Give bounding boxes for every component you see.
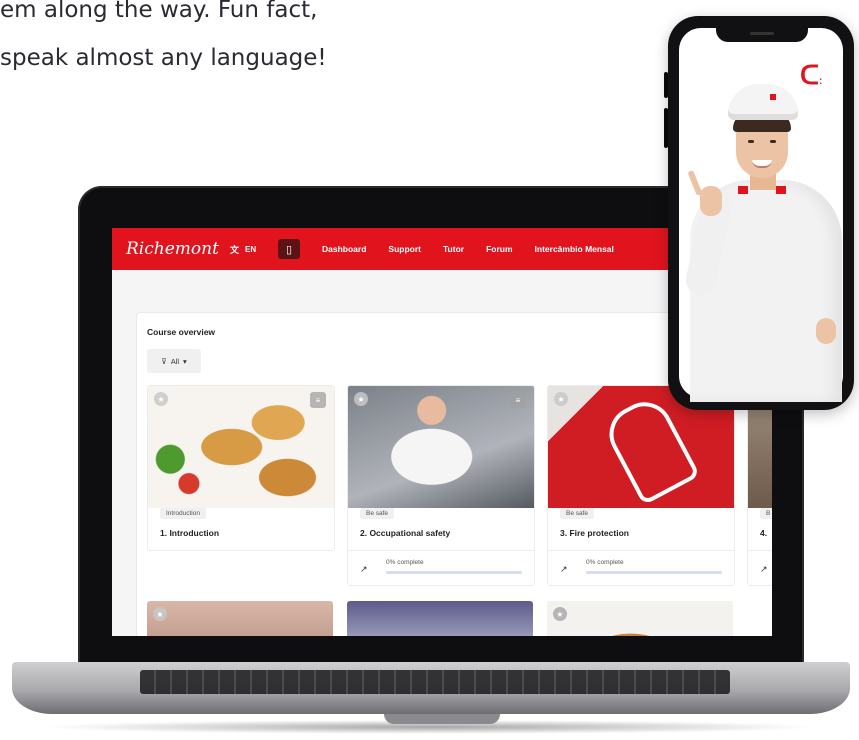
richemont-r-logo-icon: ᑕ: (800, 60, 823, 90)
chef-eye (748, 140, 754, 143)
star-icon[interactable]: ★ (354, 392, 368, 406)
brand-logo[interactable]: Richemont (126, 239, 220, 259)
course-progress: ↗ 0% complete (348, 550, 534, 585)
intro-line-1: em along the way. Fun fact, (0, 0, 318, 23)
nav-intercambio-mensal[interactable]: Intercâmbio Mensal (535, 244, 614, 254)
chef-hip-hand (816, 318, 836, 344)
course-card[interactable]: ★ ≡ Be safe 3. Fire protection ↗ 0% comp… (547, 385, 735, 586)
hat-logo-icon (770, 94, 776, 100)
star-icon[interactable]: ★ (554, 392, 568, 406)
trending-up-icon: ↗ (760, 564, 768, 574)
book-icon[interactable]: ▯ (278, 239, 300, 259)
nav-forum[interactable]: Forum (486, 244, 512, 254)
trending-up-icon: ↗ (360, 564, 368, 574)
course-name[interactable]: 3. Fire protection (560, 528, 734, 538)
language-code: EN (245, 244, 257, 254)
filter-dropdown[interactable]: ⊽ All ▾ (147, 349, 201, 373)
trending-up-icon: ↗ (560, 564, 568, 574)
menu-icon[interactable]: ≡ (310, 392, 326, 408)
intro-line-2: speak almost any language! (0, 45, 327, 71)
course-progress: ↗ (748, 550, 772, 585)
progress-bar (386, 571, 522, 574)
star-icon[interactable]: ★ (153, 607, 167, 621)
star-icon[interactable]: ★ (553, 607, 567, 621)
collar-badge-icon (738, 186, 748, 194)
nav-dashboard[interactable]: Dashboard (322, 244, 366, 254)
nav-support[interactable]: Support (388, 244, 421, 254)
language-switcher[interactable]: 文 EN (230, 243, 272, 256)
nav-tutor[interactable]: Tutor (443, 244, 464, 254)
course-category-badge: Be safe (360, 508, 395, 519)
star-icon[interactable]: ★ (154, 392, 168, 406)
course-progress: ↗ 0% complete (548, 550, 734, 585)
chef-image: ★ ≡ (348, 386, 534, 508)
course-name[interactable]: 4. (760, 528, 772, 538)
course-card[interactable]: B 4. ↗ (747, 385, 772, 586)
laptop-notch (384, 714, 500, 724)
course-category-badge: Introduction (160, 508, 206, 519)
course-name[interactable]: 2. Occupational safety (360, 528, 534, 538)
chef-hand (700, 186, 722, 216)
translate-icon: 文 (230, 244, 240, 255)
menu-icon[interactable]: ≡ (510, 392, 526, 408)
progress-text: 0% complete (386, 559, 424, 566)
pastry-image: ★ ≡ (148, 386, 334, 508)
chef-eye (770, 140, 776, 143)
course-card[interactable] (347, 601, 533, 636)
fire-extinguisher-icon (599, 392, 701, 506)
chevron-down-icon: ▾ (183, 356, 187, 366)
laptop-keyboard (140, 670, 730, 694)
course-category-badge: Be safe (560, 508, 595, 519)
collar-badge-icon (776, 186, 786, 194)
filter-icon: ⊽ (161, 356, 167, 366)
course-card[interactable]: ★ (147, 601, 333, 636)
course-overview-title: Course overview (147, 327, 216, 337)
phone-notch (716, 26, 808, 42)
course-name[interactable]: 1. Introduction (160, 528, 334, 538)
progress-bar (586, 571, 722, 574)
course-card[interactable]: ★ ≡ Be safe 2. Occupational safety ↗ 0% … (347, 385, 535, 586)
course-card[interactable]: ★ (547, 601, 733, 636)
course-card[interactable]: ★ ≡ Introduction 1. Introduction (147, 385, 335, 551)
filter-label: All (170, 356, 180, 366)
progress-text: 0% complete (586, 559, 624, 566)
course-category-badge: B (760, 508, 772, 519)
